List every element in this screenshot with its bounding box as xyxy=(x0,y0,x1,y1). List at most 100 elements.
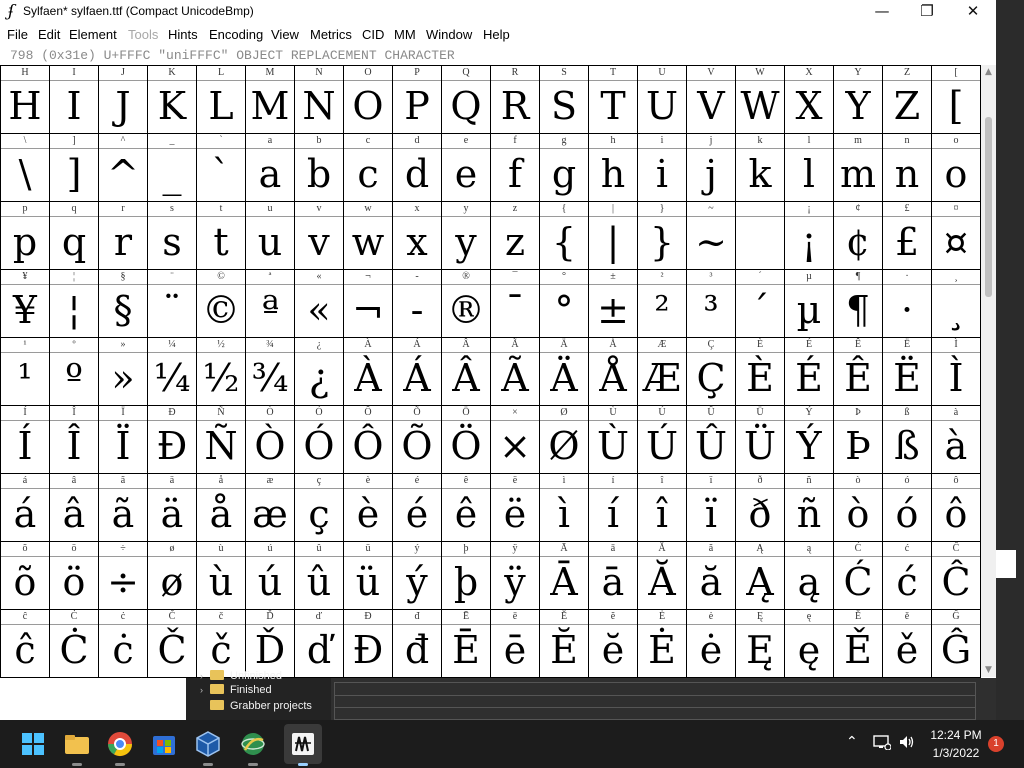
glyph-cell[interactable]: ø xyxy=(148,556,196,610)
glyph-cell[interactable]: Ì xyxy=(932,352,980,406)
glyph-cell[interactable]: Ĉ xyxy=(932,556,980,610)
glyph-cell[interactable]: Ã xyxy=(491,352,539,406)
scroll-down-icon[interactable]: ▼ xyxy=(981,663,996,677)
glyph-cell[interactable]: ª xyxy=(246,284,294,338)
glyph-cell[interactable]: Ą xyxy=(736,556,784,610)
glyph-cell[interactable]: ^ xyxy=(99,148,147,202)
glyph-cell[interactable]: É xyxy=(785,352,833,406)
network-icon[interactable] xyxy=(873,734,892,754)
glyph-cell[interactable]: t xyxy=(197,216,245,270)
glyph-cell[interactable]: µ xyxy=(785,284,833,338)
glyph-cell[interactable]: « xyxy=(295,284,343,338)
glyph-cell[interactable]: Å xyxy=(589,352,637,406)
glyph-cell[interactable]: Í xyxy=(1,420,49,474)
glyph-cell[interactable]: ÿ xyxy=(491,556,539,610)
glyph-cell[interactable]: ü xyxy=(344,556,392,610)
glyph-cell[interactable]: Ă xyxy=(638,556,686,610)
taskbar-file-explorer[interactable] xyxy=(61,728,93,766)
glyph-cell[interactable] xyxy=(736,216,784,270)
glyph-cell[interactable]: Ē xyxy=(442,624,490,678)
tree-item-grabber-projects[interactable]: Grabber projects xyxy=(200,700,312,712)
glyph-cell[interactable]: i xyxy=(638,148,686,202)
glyph-cell[interactable]: N xyxy=(295,80,343,134)
menu-hints[interactable]: Hints xyxy=(168,27,198,42)
maximize-button[interactable]: ❐ xyxy=(904,0,950,24)
menu-metrics[interactable]: Metrics xyxy=(310,27,352,42)
glyph-cell[interactable]: X xyxy=(785,80,833,134)
glyph-cell[interactable]: ß xyxy=(883,420,931,474)
glyph-cell[interactable]: î xyxy=(638,488,686,542)
glyph-cell[interactable]: Ë xyxy=(883,352,931,406)
glyph-cell[interactable]: ě xyxy=(883,624,931,678)
glyph-cell[interactable]: ¬ xyxy=(344,284,392,338)
glyph-cell[interactable]: ¹ xyxy=(1,352,49,406)
glyph-cell[interactable]: q xyxy=(50,216,98,270)
scrollbar-thumb[interactable] xyxy=(985,117,992,297)
glyph-cell[interactable]: § xyxy=(99,284,147,338)
glyph-cell[interactable]: M xyxy=(246,80,294,134)
glyph-cell[interactable]: o xyxy=(932,148,980,202)
menu-tools[interactable]: Tools xyxy=(128,27,158,42)
clock-date[interactable]: 1/3/2022 xyxy=(925,746,987,760)
menu-cid[interactable]: CID xyxy=(362,27,384,42)
close-button[interactable]: ✕ xyxy=(950,0,996,24)
glyph-cell[interactable]: c xyxy=(344,148,392,202)
start-button[interactable] xyxy=(17,728,49,760)
glyph-cell[interactable]: ò xyxy=(834,488,882,542)
glyph-cell[interactable]: æ xyxy=(246,488,294,542)
glyph-cell[interactable]: À xyxy=(344,352,392,406)
glyph-cell[interactable]: ė xyxy=(687,624,735,678)
glyph-cell[interactable]: - xyxy=(393,284,441,338)
glyph-cell[interactable]: Y xyxy=(834,80,882,134)
glyph-cell[interactable]: ¤ xyxy=(932,216,980,270)
glyph-cell[interactable]: ° xyxy=(540,284,588,338)
glyph-cell[interactable]: a xyxy=(246,148,294,202)
glyph-cell[interactable]: Ú xyxy=(638,420,686,474)
glyph-cell[interactable]: e xyxy=(442,148,490,202)
vertical-scrollbar[interactable]: ▲ ▼ xyxy=(981,65,996,677)
glyph-cell[interactable]: T xyxy=(589,80,637,134)
glyph-cell[interactable]: w xyxy=(344,216,392,270)
glyph-cell[interactable]: º xyxy=(50,352,98,406)
glyph-cell[interactable]: Ě xyxy=(834,624,882,678)
glyph-cell[interactable]: ³ xyxy=(687,284,735,338)
glyph-cell[interactable]: n xyxy=(883,148,931,202)
glyph-cell[interactable]: | xyxy=(589,216,637,270)
glyph-cell[interactable]: J xyxy=(99,80,147,134)
glyph-cell[interactable]: ¿ xyxy=(295,352,343,406)
glyph-cell[interactable]: È xyxy=(736,352,784,406)
glyph-cell[interactable]: Ç xyxy=(687,352,735,406)
glyph-cell[interactable]: R xyxy=(491,80,539,134)
glyph-cell[interactable]: I xyxy=(50,80,98,134)
glyph-cell[interactable]: ă xyxy=(687,556,735,610)
glyph-cell[interactable]: à xyxy=(932,420,980,474)
glyph-cell[interactable]: ę xyxy=(785,624,833,678)
glyph-cell[interactable]: Ð xyxy=(148,420,196,474)
glyph-cell[interactable]: L xyxy=(197,80,245,134)
glyph-cell[interactable]: ć xyxy=(883,556,931,610)
glyph-cell[interactable]: ö xyxy=(50,556,98,610)
glyph-cell[interactable]: ú xyxy=(246,556,294,610)
glyph-cell[interactable]: ¦ xyxy=(50,284,98,338)
glyph-cell[interactable]: ì xyxy=(540,488,588,542)
taskbar-virtualbox[interactable] xyxy=(192,728,224,766)
glyph-cell[interactable]: » xyxy=(99,352,147,406)
taskbar-chrome[interactable] xyxy=(104,728,136,766)
glyph-cell[interactable]: ó xyxy=(883,488,931,542)
glyph-cell[interactable]: ď xyxy=(295,624,343,678)
glyph-cell[interactable]: z xyxy=(491,216,539,270)
glyph-cell[interactable]: ā xyxy=(589,556,637,610)
taskbar-fontforge[interactable] xyxy=(287,728,319,766)
glyph-cell[interactable]: K xyxy=(148,80,196,134)
glyph-cell[interactable]: ¾ xyxy=(246,352,294,406)
clock-time[interactable]: 12:24 PM xyxy=(925,728,987,742)
glyph-cell[interactable]: ą xyxy=(785,556,833,610)
menu-edit[interactable]: Edit xyxy=(38,27,60,42)
glyph-cell[interactable]: ë xyxy=(491,488,539,542)
glyph-cell[interactable]: P xyxy=(393,80,441,134)
glyph-cell[interactable]: ² xyxy=(638,284,686,338)
glyph-cell[interactable]: ÷ xyxy=(99,556,147,610)
glyph-cell[interactable]: _ xyxy=(148,148,196,202)
glyph-cell[interactable]: V xyxy=(687,80,735,134)
glyph-cell[interactable]: × xyxy=(491,420,539,474)
